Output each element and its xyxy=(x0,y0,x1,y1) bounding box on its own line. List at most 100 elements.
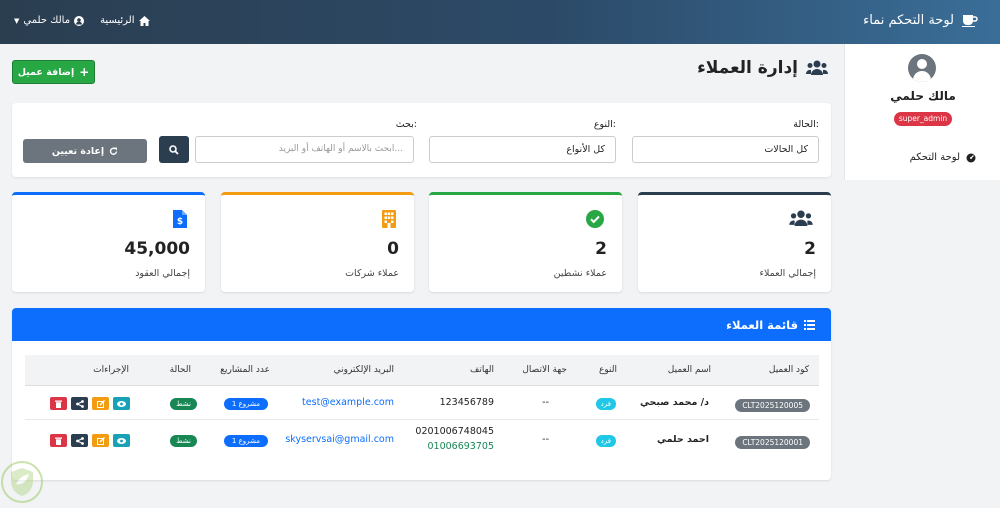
edit-button[interactable] xyxy=(92,434,109,447)
clients-panel-title: قائمة العملاء xyxy=(726,317,798,332)
eye-icon xyxy=(117,437,126,444)
client-code-badge: CLT2025120005 xyxy=(735,399,810,412)
users-icon xyxy=(806,60,828,75)
stat-value: 45,000 xyxy=(124,239,190,259)
table-header: كود العميل اسم العميل النوع جهة الاتصال … xyxy=(25,355,819,386)
sidebar: مالك حلمي super_admin لوحة التحكم xyxy=(844,44,1000,180)
projects-count-badge: 1 مشروع xyxy=(223,398,268,410)
stat-value: 2 xyxy=(595,239,607,259)
edit-icon xyxy=(96,436,105,445)
trash-icon xyxy=(55,437,62,445)
col-status: الحالة xyxy=(169,365,191,375)
client-email-link[interactable]: test@example.com xyxy=(302,397,394,408)
status-badge: نشط xyxy=(170,398,197,410)
eye-icon xyxy=(117,400,126,407)
stat-label: إجمالي العقود xyxy=(135,268,190,279)
type-filter-select[interactable]: كل الأنواع xyxy=(429,136,616,163)
role-badge: super_admin xyxy=(894,112,952,126)
col-name: اسم العميل xyxy=(667,365,711,375)
svg-text:$: $ xyxy=(177,217,183,227)
plus-icon: + xyxy=(79,65,90,79)
client-contact: -- xyxy=(542,397,549,408)
stat-label: عملاء نشطين xyxy=(553,268,607,279)
stat-card-active-clients: 2 عملاء نشطين xyxy=(429,192,622,292)
home-icon xyxy=(138,15,150,26)
user-circle-icon xyxy=(74,15,85,26)
table-row: CLT2025120001 احمد حلمي فرد -- 020100674… xyxy=(25,421,819,461)
add-client-button[interactable]: إضافة عميل + xyxy=(12,60,95,84)
home-link[interactable]: الرئيسية xyxy=(100,15,150,26)
client-type-badge: فرد xyxy=(595,435,616,447)
clients-panel-header: قائمة العملاء xyxy=(12,308,831,341)
projects-count-badge: 1 مشروع xyxy=(223,435,268,447)
trash-icon xyxy=(55,400,62,408)
share-nodes-icon xyxy=(75,399,84,408)
shield-leaf-logo-icon xyxy=(1,461,43,503)
table-row: CLT2025120005 د/ محمد صبحي فرد -- 123456… xyxy=(25,387,819,420)
stat-card-total-clients: 2 إجمالي العملاء xyxy=(638,192,831,292)
stat-card-total-contracts: $ 45,000 إجمالي العقود xyxy=(12,192,205,292)
home-label: الرئيسية xyxy=(100,15,135,26)
stat-label: عملاء شركات xyxy=(345,268,399,279)
client-code-badge: CLT2025120001 xyxy=(735,436,810,449)
search-input[interactable]: ابحث بالاسم أو الهاتف أو البريد... xyxy=(195,136,414,163)
reset-button[interactable]: إعادة تعيين xyxy=(23,139,147,163)
avatar xyxy=(908,54,936,82)
client-name: د/ محمد صبحي xyxy=(639,397,709,408)
brand-title: لوحة التحكم نماء xyxy=(863,13,954,28)
stat-value: 0 xyxy=(387,239,399,259)
search-icon xyxy=(169,144,179,155)
clients-panel: قائمة العملاء كود العميل اسم العميل النو… xyxy=(12,308,831,480)
add-button-label: إضافة عميل xyxy=(17,66,75,78)
edit-button[interactable] xyxy=(92,397,109,410)
status-filter-select[interactable]: كل الحالات xyxy=(632,136,819,163)
page-title-text: إدارة العملاء xyxy=(697,58,798,78)
caret-down-icon: ▼ xyxy=(14,16,20,25)
top-navbar: لوحة التحكم نماء ▼ مالك حلمي الرئيسية xyxy=(0,0,1000,44)
col-type: النوع xyxy=(599,365,617,375)
status-badge: نشط xyxy=(170,435,197,447)
edit-icon xyxy=(96,399,105,408)
stat-card-company-clients: 0 عملاء شركات xyxy=(221,192,414,292)
delete-button[interactable] xyxy=(50,397,67,410)
col-code: كود العميل xyxy=(768,365,809,375)
col-email: البريد الإلكتروني xyxy=(333,365,394,375)
user-dropdown[interactable]: ▼ مالك حلمي xyxy=(14,15,85,26)
filter-panel: الحالة: كل الحالات النوع: كل الأنواع بحث… xyxy=(12,103,831,177)
search-label: بحث: xyxy=(395,119,417,130)
client-phone: 123456789 xyxy=(439,397,494,408)
dashboard-gauge-icon xyxy=(966,153,976,162)
search-button[interactable] xyxy=(159,136,189,163)
col-projects: عدد المشاريع xyxy=(220,365,270,375)
sidebar-user-name: مالك حلمي xyxy=(890,89,956,103)
view-button[interactable] xyxy=(113,397,130,410)
client-type-badge: فرد xyxy=(595,398,616,410)
list-icon xyxy=(804,319,815,330)
share-button[interactable] xyxy=(71,397,88,410)
col-contact: جهة الاتصال xyxy=(522,365,567,375)
client-name: احمد حلمي xyxy=(657,434,709,445)
redo-icon xyxy=(109,147,118,155)
coffee-cup-icon xyxy=(962,15,978,27)
user-menu-label: مالك حلمي xyxy=(23,15,71,26)
page-title: إدارة العملاء xyxy=(697,58,828,78)
sidebar-item-dashboard[interactable]: لوحة التحكم xyxy=(910,152,976,163)
building-icon xyxy=(382,210,396,228)
delete-button[interactable] xyxy=(50,434,67,447)
col-actions: الإجراءات xyxy=(93,365,129,375)
users-icon xyxy=(789,210,813,226)
col-phone: الهاتف xyxy=(470,365,494,375)
stat-value: 2 xyxy=(804,239,816,259)
sidebar-item-label: لوحة التحكم xyxy=(909,152,960,163)
client-contact: -- xyxy=(542,434,549,445)
status-filter-label: الحالة: xyxy=(793,119,819,130)
type-filter-label: النوع: xyxy=(593,119,616,130)
share-button[interactable] xyxy=(71,434,88,447)
file-invoice-dollar-icon: $ xyxy=(173,210,187,228)
brand[interactable]: لوحة التحكم نماء xyxy=(863,13,978,28)
view-button[interactable] xyxy=(113,434,130,447)
client-email-link[interactable]: skyservsai@gmail.com xyxy=(285,434,394,445)
reset-button-label: إعادة تعيين xyxy=(51,145,105,157)
client-phone: 0201006748045 xyxy=(415,426,494,437)
share-nodes-icon xyxy=(75,436,84,445)
